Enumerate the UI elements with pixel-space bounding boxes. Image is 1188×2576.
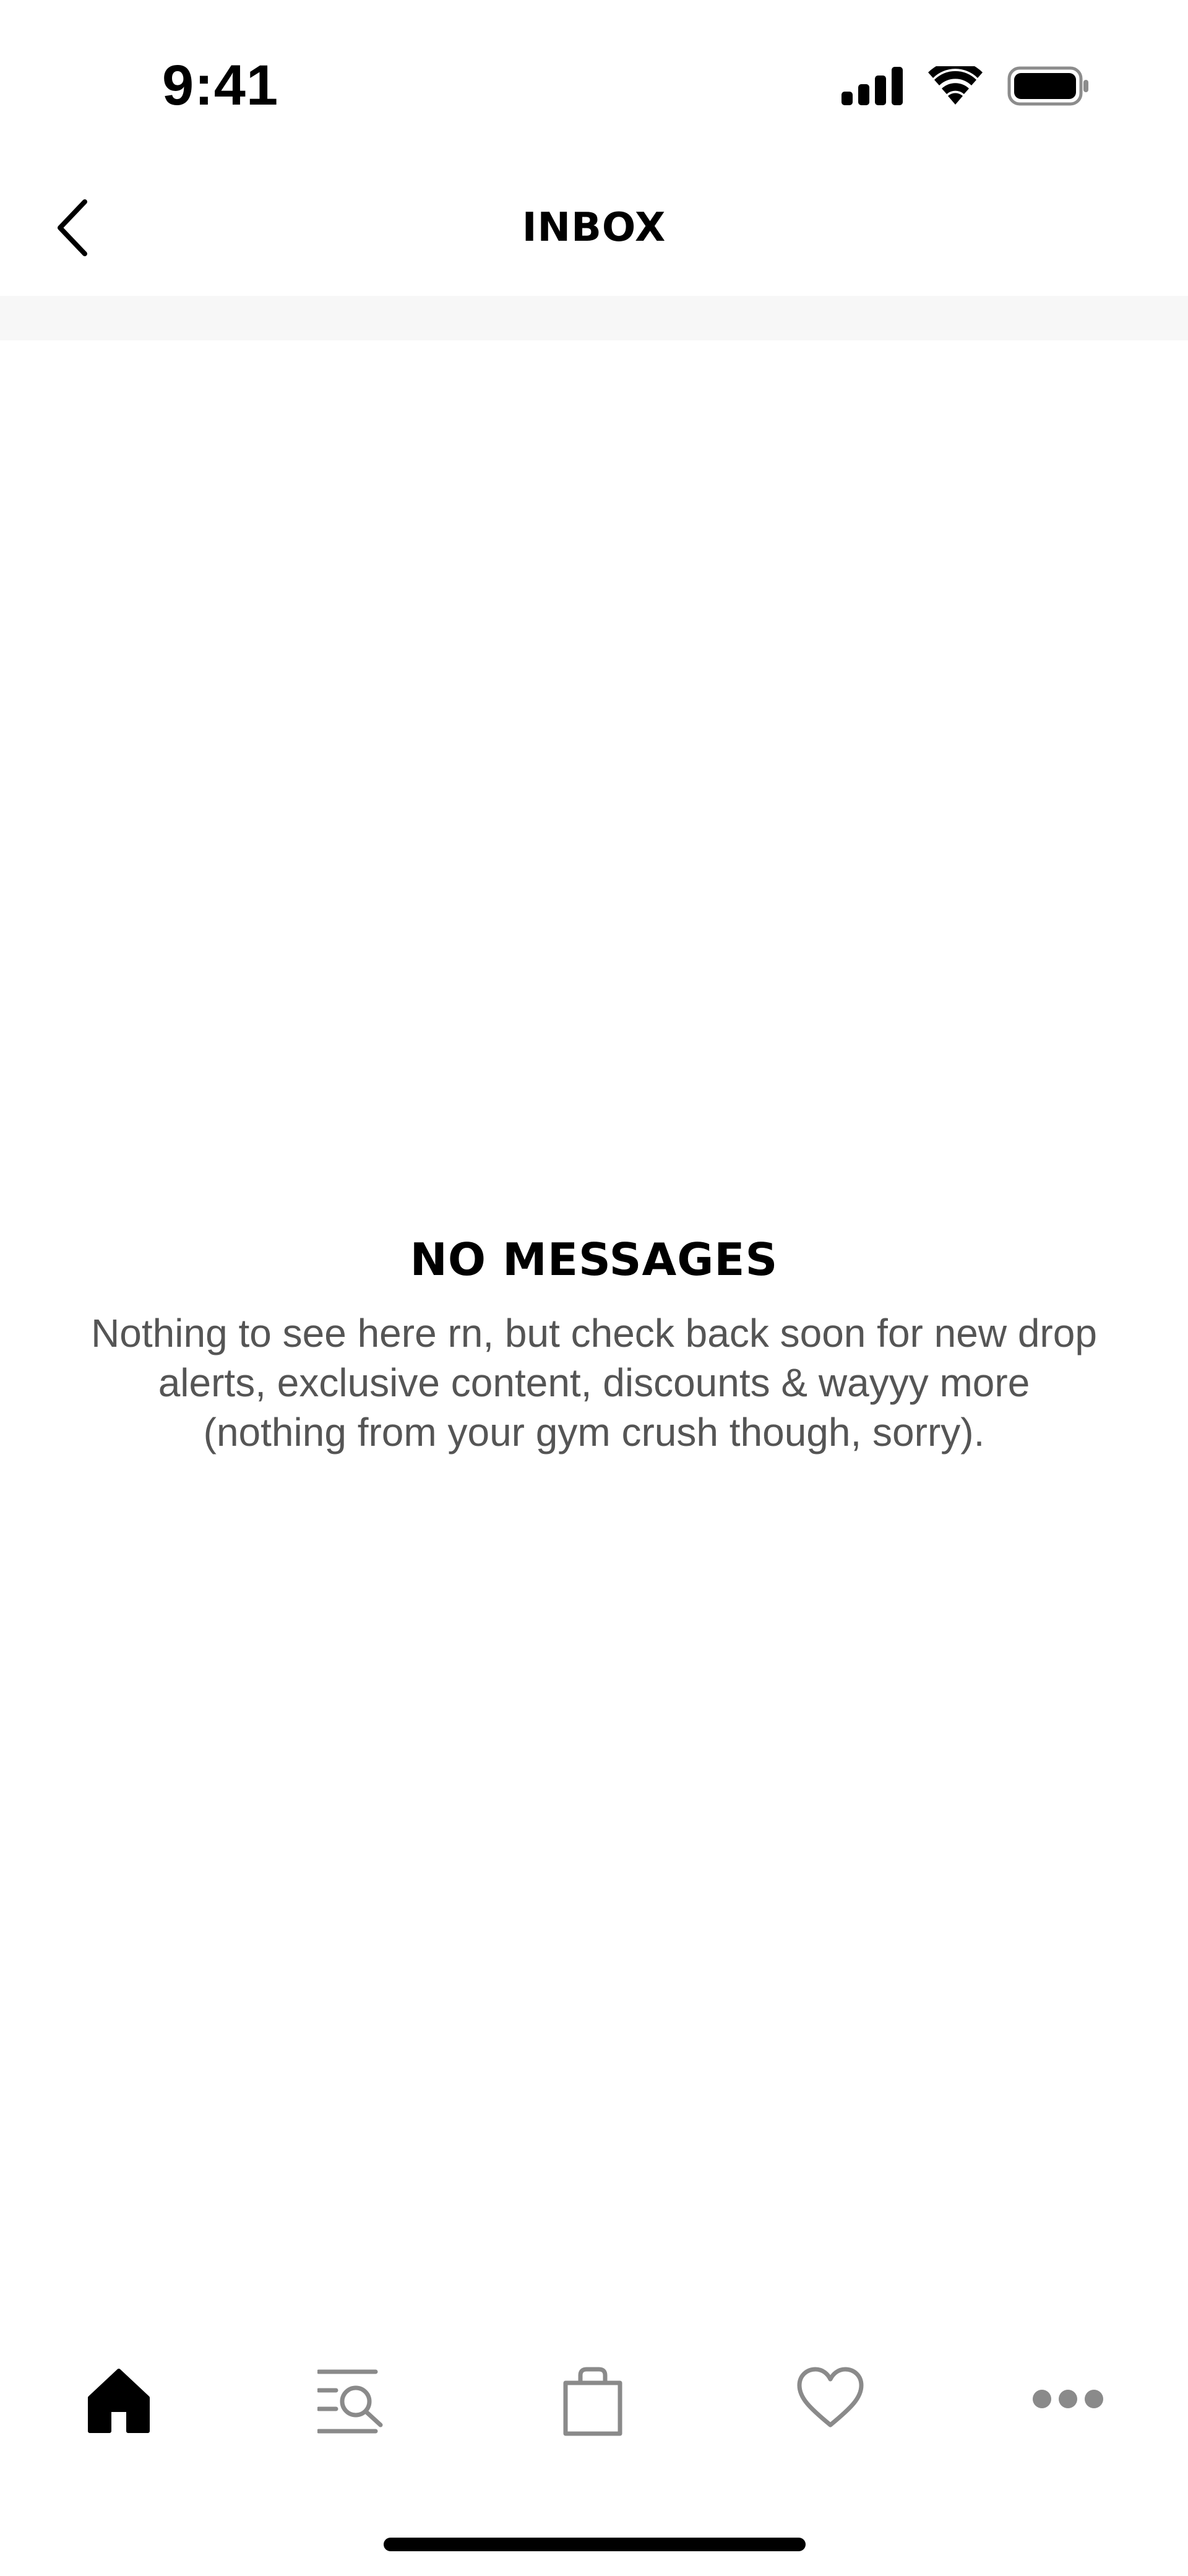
- navigation-header: INBOX: [0, 161, 1188, 297]
- tab-bar: [0, 2327, 1188, 2476]
- home-indicator: [384, 2538, 806, 2551]
- empty-state-message-line: alerts, exclusive content, discounts & w…: [158, 1360, 1030, 1405]
- heart-icon: [797, 2367, 864, 2429]
- tab-search[interactable]: [290, 2327, 413, 2476]
- tab-bag[interactable]: [531, 2327, 655, 2476]
- empty-state-title: NO MESSAGES: [410, 1234, 778, 1286]
- status-time: 9:41: [162, 54, 279, 117]
- cellular-signal-icon: [842, 66, 903, 108]
- empty-state-message-line: (nothing from your gym crush though, sor…: [203, 1410, 985, 1454]
- header-divider: [0, 296, 1188, 340]
- battery-icon: [1007, 66, 1089, 109]
- search-list-icon: [317, 2367, 385, 2436]
- empty-state: NO MESSAGES Nothing to see here rn, but …: [0, 1232, 1188, 1457]
- home-icon: [85, 2367, 153, 2434]
- page-title: INBOX: [522, 205, 666, 251]
- wifi-icon: [928, 61, 983, 109]
- more-dots-icon: [1031, 2367, 1105, 2410]
- empty-state-message-line: Nothing to see here rn, but check back s…: [91, 1311, 1097, 1355]
- status-bar: 9:41: [0, 0, 1188, 161]
- shopping-bag-icon: [562, 2367, 624, 2436]
- tab-more[interactable]: [1006, 2327, 1130, 2476]
- tab-wishlist[interactable]: [768, 2327, 892, 2476]
- empty-state-message: Nothing to see here rn, but check back s…: [37, 1308, 1151, 1457]
- tab-home[interactable]: [57, 2327, 181, 2476]
- status-icons: [842, 61, 1089, 109]
